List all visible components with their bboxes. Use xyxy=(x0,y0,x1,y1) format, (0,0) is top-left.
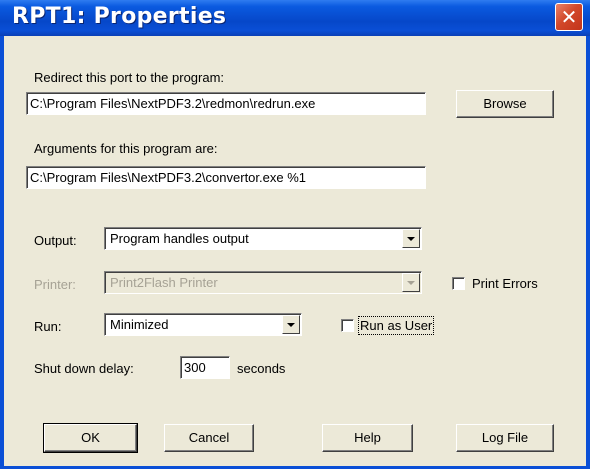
print-errors-checkbox[interactable] xyxy=(452,277,465,290)
redirect-label: Redirect this port to the program: xyxy=(34,70,225,85)
print-errors-label[interactable]: Print Errors xyxy=(472,276,538,291)
log-file-button[interactable]: Log File xyxy=(456,424,554,452)
chevron-down-icon xyxy=(407,281,415,285)
shutdown-delay-unit: seconds xyxy=(237,361,286,376)
printer-label: Printer: xyxy=(34,277,76,292)
redirect-program-input[interactable]: C:\Program Files\NextPDF3.2\redmon\redru… xyxy=(26,92,426,115)
close-icon: ✕ xyxy=(560,5,578,29)
arguments-label: Arguments for this program are: xyxy=(34,141,218,156)
ok-button[interactable]: OK xyxy=(43,423,138,453)
printer-select: Print2Flash Printer xyxy=(104,271,422,294)
chevron-down-icon xyxy=(287,323,295,327)
chevron-down-icon xyxy=(407,237,415,241)
arguments-input[interactable]: C:\Program Files\NextPDF3.2\convertor.ex… xyxy=(26,166,426,189)
run-label: Run: xyxy=(34,319,62,334)
run-select[interactable]: Minimized xyxy=(104,313,302,336)
run-as-user-label[interactable]: Run as User xyxy=(357,316,435,335)
printer-dropdown-button xyxy=(402,273,420,292)
output-dropdown-button[interactable] xyxy=(402,229,420,248)
help-button[interactable]: Help xyxy=(322,424,413,452)
output-label: Output: xyxy=(34,233,77,248)
arguments-value: C:\Program Files\NextPDF3.2\convertor.ex… xyxy=(30,170,306,185)
output-select[interactable]: Program handles output xyxy=(104,227,422,250)
shutdown-delay-label: Shut down delay: xyxy=(34,361,134,376)
run-dropdown-button[interactable] xyxy=(282,315,300,334)
printer-selected-value: Print2Flash Printer xyxy=(110,275,218,290)
run-as-user-checkbox[interactable] xyxy=(341,319,354,332)
redirect-program-value: C:\Program Files\NextPDF3.2\redmon\redru… xyxy=(30,96,316,111)
shutdown-delay-value: 300 xyxy=(184,360,206,375)
run-selected-value: Minimized xyxy=(110,317,169,332)
browse-button[interactable]: Browse xyxy=(456,90,554,118)
dialog-client-area: Redirect this port to the program: C:\Pr… xyxy=(4,36,586,466)
close-button[interactable]: ✕ xyxy=(555,3,583,31)
output-selected-value: Program handles output xyxy=(110,231,249,246)
window-title: RPT1: Properties xyxy=(12,4,227,29)
properties-window: RPT1: Properties ✕ Redirect this port to… xyxy=(0,0,590,469)
title-bar[interactable]: RPT1: Properties ✕ xyxy=(0,0,590,36)
cancel-button[interactable]: Cancel xyxy=(164,424,254,452)
shutdown-delay-input[interactable]: 300 xyxy=(180,356,230,379)
